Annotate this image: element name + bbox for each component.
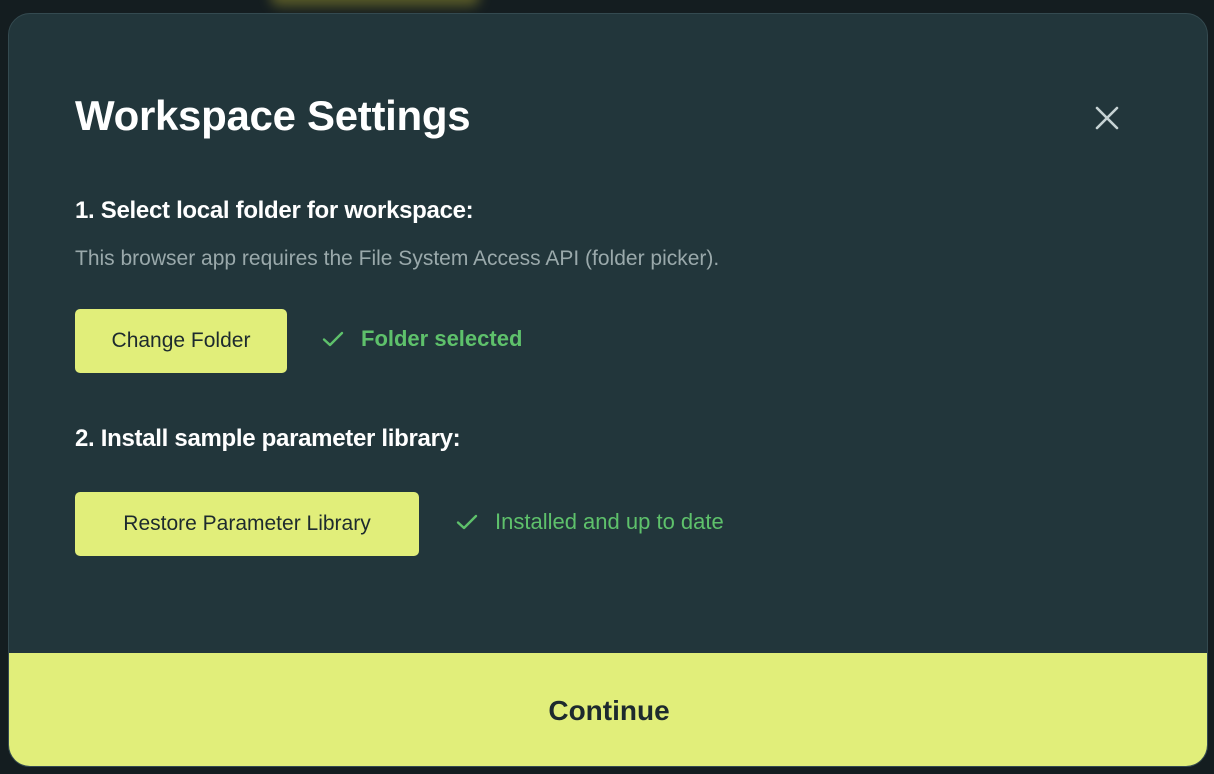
close-icon [1095,106,1119,130]
restore-parameter-library-button[interactable]: Restore Parameter Library [75,492,419,556]
check-icon [456,514,478,530]
dialog-title: Workspace Settings [75,92,471,139]
library-status: Installed and up to date [455,509,724,535]
continue-button[interactable]: Continue [9,653,1207,766]
check-icon [322,331,344,347]
background-glow [270,0,480,6]
folder-status: Folder selected [321,326,522,352]
library-status-text: Installed and up to date [495,509,724,534]
workspace-settings-dialog: Workspace Settings 1. Select local folde… [8,13,1208,767]
folder-status-text: Folder selected [361,326,523,351]
step1-description: This browser app requires the File Syste… [75,247,720,270]
step1-heading: 1. Select local folder for workspace: [75,197,474,224]
step2-heading: 2. Install sample parameter library: [75,425,461,452]
change-folder-button[interactable]: Change Folder [75,309,287,373]
close-button[interactable] [1091,102,1123,134]
